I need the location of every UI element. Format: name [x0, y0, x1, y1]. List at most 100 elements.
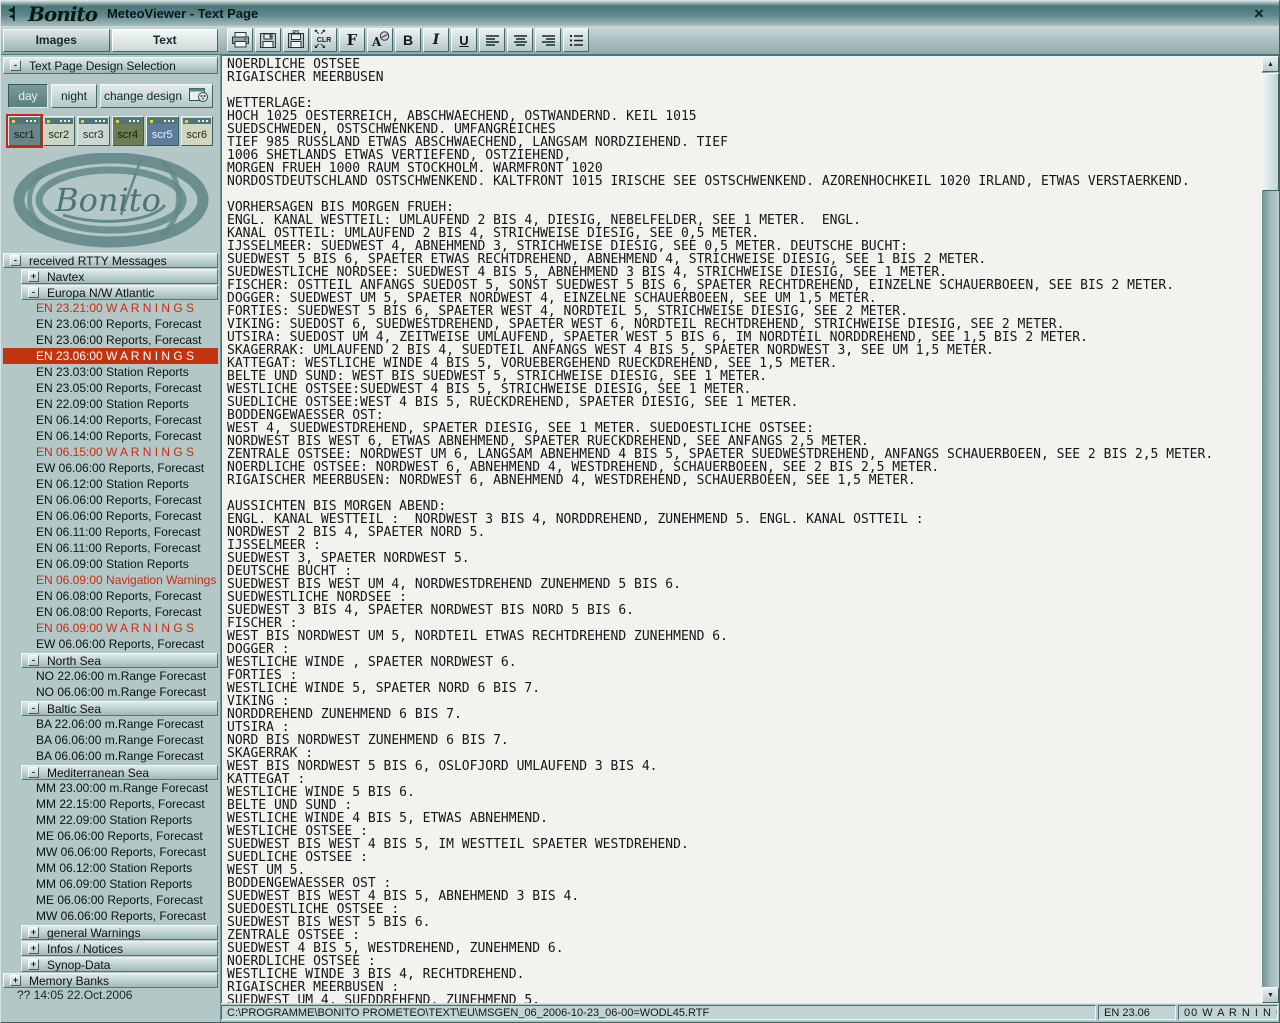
collapse-icon[interactable]: -	[28, 287, 39, 298]
tree-header-general-warnings[interactable]: +general Warnings	[21, 925, 218, 940]
message-item[interactable]: EN 23.06:00 Reports, Forecast	[3, 316, 218, 332]
message-item[interactable]: EN 06.06:00 Reports, Forecast	[3, 508, 218, 524]
bold-icon: B	[403, 32, 413, 48]
message-item[interactable]: MM 06.12:00 Station Reports	[3, 860, 218, 876]
align-right-button[interactable]	[535, 28, 561, 52]
expand-icon[interactable]: +	[28, 271, 39, 282]
collapse-icon[interactable]: -	[28, 703, 39, 714]
tree-header-infos-notices[interactable]: +Infos / Notices	[21, 941, 218, 956]
bullet-list-button[interactable]	[563, 28, 589, 52]
day-button[interactable]: day	[8, 84, 48, 108]
message-item[interactable]: MM 22.09:00 Station Reports	[3, 812, 218, 828]
collapse-icon[interactable]: -	[28, 655, 39, 666]
italic-button[interactable]: I	[423, 28, 449, 52]
scrollbar-track[interactable]	[1262, 192, 1279, 987]
tree-header-baltic-sea[interactable]: -Baltic Sea	[21, 701, 218, 716]
screen-button-scr4[interactable]: scr4	[112, 116, 145, 146]
collapse-icon[interactable]: -	[28, 767, 39, 778]
message-item[interactable]: EN 06.09:00 Station Reports	[3, 556, 218, 572]
message-item[interactable]: BA 22.06:00 m.Range Forecast	[3, 716, 218, 732]
message-item[interactable]: ME 06.06:00 Reports, Forecast	[3, 828, 218, 844]
message-item[interactable]: EN 23.21:00 W A R N I N G S	[3, 300, 218, 316]
screen-button-scr1[interactable]: scr1	[8, 116, 41, 146]
tree-header-mediterranean-sea[interactable]: -Mediterranean Sea	[21, 765, 218, 780]
message-item[interactable]: EN 23.06:00 Reports, Forecast	[3, 332, 218, 348]
message-item[interactable]: MW 06.06:00 Reports, Forecast	[3, 844, 218, 860]
message-item[interactable]: EW 06.06:00 Reports, Forecast	[3, 460, 218, 476]
tree-header-north-sea[interactable]: -North Sea	[21, 653, 218, 668]
message-item[interactable]: EN 06.11:00 Reports, Forecast	[3, 524, 218, 540]
window-body: - Text Page Design Selection day night c…	[1, 55, 1279, 1022]
screen-button-label: scr4	[117, 129, 138, 141]
message-item[interactable]: EN 06.09:00 W A R N I N G S	[3, 620, 218, 636]
align-left-button[interactable]	[479, 28, 505, 52]
message-item[interactable]: EN 22.09:00 Station Reports	[3, 396, 218, 412]
expand-icon[interactable]: +	[10, 975, 21, 986]
collapse-icon[interactable]: -	[10, 255, 21, 266]
bold-button[interactable]: B	[395, 28, 421, 52]
message-item[interactable]: NO 22.06:00 m.Range Forecast	[3, 668, 218, 684]
message-item[interactable]: MM 22.15:00 Reports, Forecast	[3, 796, 218, 812]
print-button[interactable]	[227, 28, 253, 52]
message-item[interactable]: MM 23.00:00 m.Range Forecast	[3, 780, 218, 796]
underline-button[interactable]: U	[451, 28, 477, 52]
expand-icon[interactable]: +	[28, 959, 39, 970]
mini-dots-icon	[129, 120, 140, 122]
tree-header-received-rtty-messages[interactable]: -received RTTY Messages	[3, 253, 218, 268]
message-item[interactable]: EN 23.06:00 W A R N I N G S	[3, 348, 218, 364]
message-item[interactable]: BA 06.06:00 m.Range Forecast	[3, 732, 218, 748]
message-item[interactable]: EN 06.15:00 W A R N I N G S	[3, 444, 218, 460]
expand-icon[interactable]: +	[28, 927, 39, 938]
tree-header-europa-n-w-atlantic[interactable]: -Europa N/W Atlantic	[21, 285, 218, 300]
change-design-icon	[189, 87, 209, 105]
expand-icon[interactable]: +	[28, 943, 39, 954]
message-item[interactable]: EN 06.14:00 Reports, Forecast	[3, 428, 218, 444]
message-item[interactable]: EW 06.06:00 Reports, Forecast	[3, 636, 218, 652]
night-button[interactable]: night	[51, 84, 97, 108]
clear-button[interactable]: ↖↗↙↘CLR	[311, 28, 337, 52]
mini-titlebar	[79, 118, 108, 124]
screen-button-scr5[interactable]: scr5	[146, 116, 179, 146]
tab-images[interactable]: Images	[3, 29, 110, 52]
message-item[interactable]: MW 06.06:00 Reports, Forecast	[3, 908, 218, 924]
scrollbar-thumb[interactable]	[1262, 73, 1279, 191]
message-item[interactable]: EN 06.14:00 Reports, Forecast	[3, 412, 218, 428]
mini-dots-icon	[60, 120, 71, 122]
message-item[interactable]: EN 06.11:00 Reports, Forecast	[3, 540, 218, 556]
collapse-icon[interactable]: -	[10, 60, 21, 71]
scroll-down-icon[interactable]: ▼	[1262, 987, 1279, 1003]
align-center-button[interactable]	[507, 28, 533, 52]
tree-header-label: Memory Banks	[29, 973, 109, 988]
font-color-button[interactable]: A	[367, 28, 393, 52]
save-button[interactable]	[255, 28, 281, 52]
message-text[interactable]: NOERDLICHE OSTSEE RIGAISCHER MEERBUSEN W…	[222, 56, 1279, 1003]
tree-header-synop-data[interactable]: +Synop-Data	[21, 957, 218, 972]
tab-text[interactable]: Text	[112, 29, 219, 52]
underline-icon: U	[459, 33, 468, 48]
message-item[interactable]: EN 23.03:00 Station Reports	[3, 364, 218, 380]
screen-button-scr2[interactable]: scr2	[43, 116, 76, 146]
change-design-label: change design	[104, 89, 182, 103]
message-item[interactable]: BA 06.06:00 m.Range Forecast	[3, 748, 218, 764]
tree-header-navtex[interactable]: + Navtex	[21, 269, 218, 284]
message-item[interactable]: NO 06.06:00 m.Range Forecast	[3, 684, 218, 700]
font-button[interactable]: F	[339, 28, 365, 52]
screen-button-scr3[interactable]: scr3	[77, 116, 110, 146]
message-item[interactable]: EN 06.09:00 Navigation Warnings	[3, 572, 218, 588]
message-item[interactable]: EN 23.05:00 Reports, Forecast	[3, 380, 218, 396]
message-item[interactable]: ME 06.06:00 Reports, Forecast	[3, 892, 218, 908]
tree-header-memory-banks[interactable]: + Memory Banks	[3, 973, 218, 988]
tree-header-label: Navtex	[47, 269, 84, 284]
message-item[interactable]: EN 06.08:00 Reports, Forecast	[3, 588, 218, 604]
rtty-tree: -received RTTY Messages + Navtex-Europa N/…	[3, 250, 218, 988]
scroll-up-icon[interactable]: ▲	[1262, 56, 1279, 72]
screen-button-scr6[interactable]: scr6	[181, 116, 214, 146]
change-design-button[interactable]: change design	[100, 84, 213, 108]
design-panel-header[interactable]: - Text Page Design Selection	[3, 57, 218, 74]
save-rtf-button[interactable]: RS	[283, 28, 309, 52]
close-button[interactable]: ×	[1249, 5, 1269, 22]
message-item[interactable]: EN 06.06:00 Reports, Forecast	[3, 492, 218, 508]
message-item[interactable]: EN 06.12:00 Station Reports	[3, 476, 218, 492]
message-item[interactable]: EN 06.08:00 Reports, Forecast	[3, 604, 218, 620]
message-item[interactable]: MM 06.09:00 Station Reports	[3, 876, 218, 892]
